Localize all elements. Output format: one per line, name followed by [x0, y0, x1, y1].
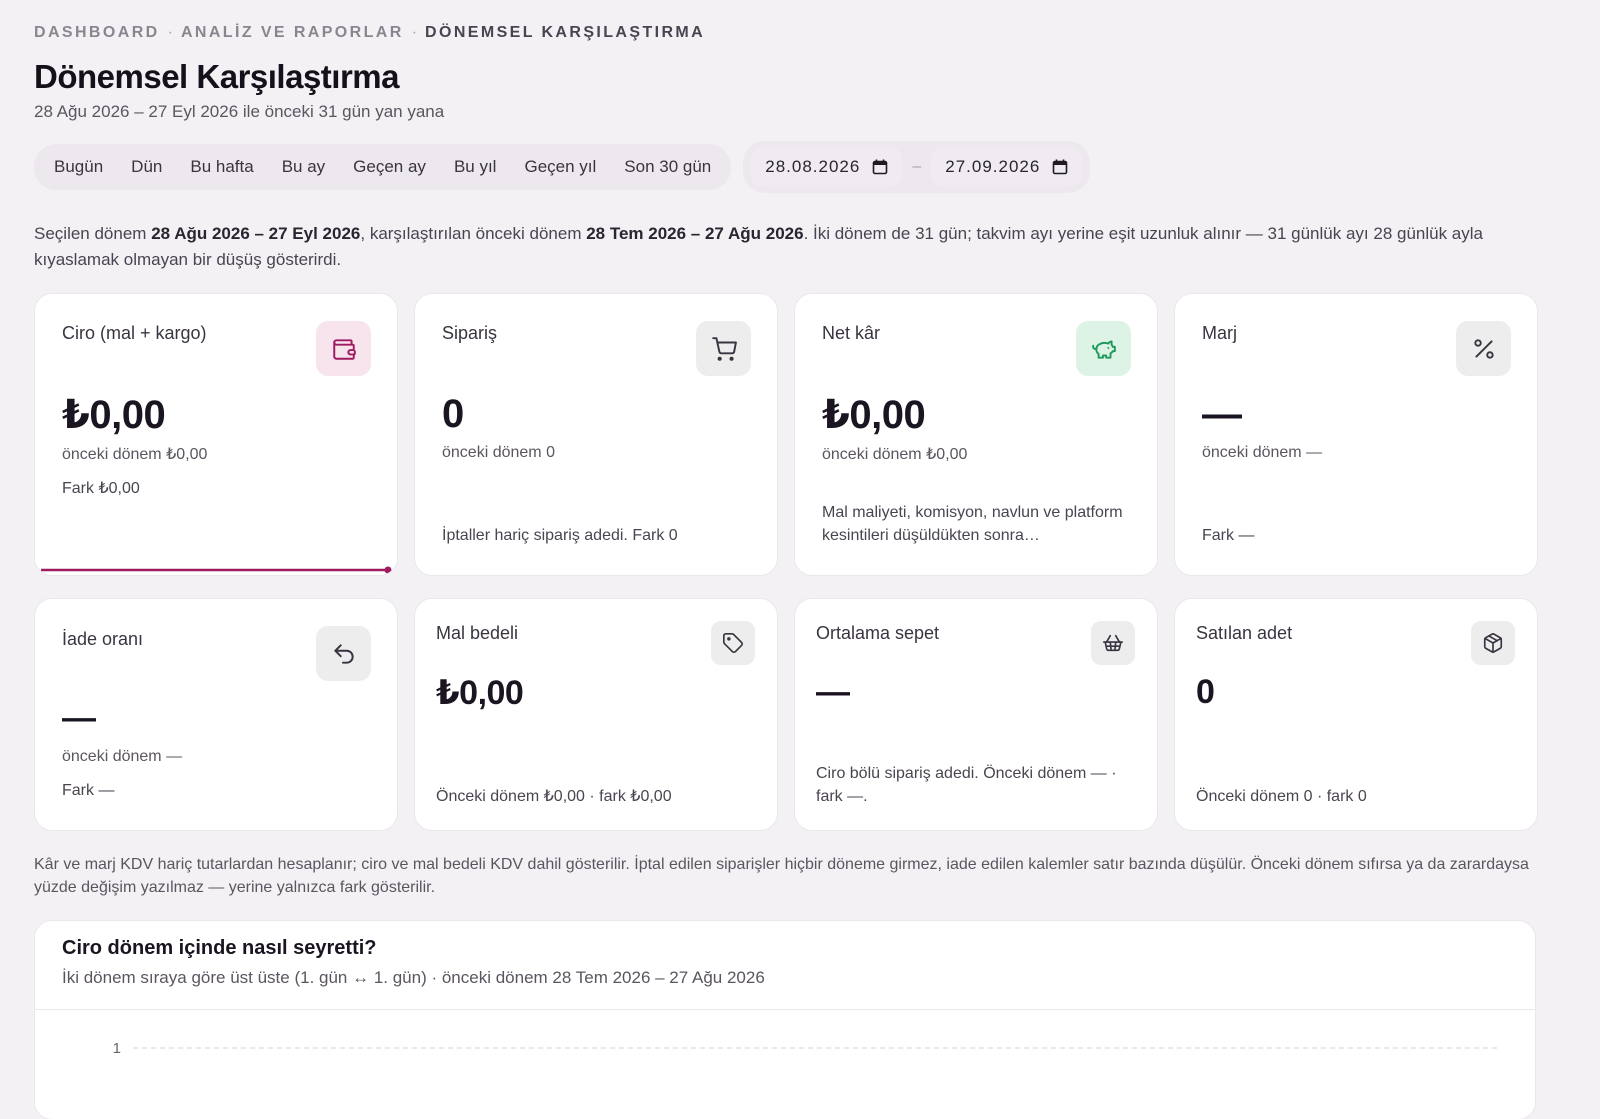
end-date-input[interactable]: 27.09.2026: [931, 147, 1083, 187]
preset-this-month-button[interactable]: Bu ay: [268, 144, 339, 190]
preset-this-year-button[interactable]: Bu yıl: [440, 144, 511, 190]
kpi-label: Mal bedeli: [436, 623, 519, 643]
page-subtitle: 28 Ağu 2026 – 27 Eyl 2026 ile önceki 31 …: [34, 102, 445, 121]
info-text: Seçilen dönem: [34, 224, 152, 243]
kpi-label: Net kâr: [822, 323, 881, 343]
wallet-icon: [332, 338, 356, 360]
kpi-card-return-rate: İade oranı — önceki dönem — Fark —: [34, 598, 398, 831]
kpi-note: Mal maliyeti, komisyon, navlun ve platfo…: [822, 504, 1123, 544]
info-text: , karşılaştırılan önceki dönem: [360, 224, 587, 243]
kpi-difference: Fark ₺0,00: [62, 480, 140, 497]
undo-icon: [333, 643, 354, 664]
kpi-label: İade oranı: [62, 629, 144, 649]
piggy-bank-icon: [1091, 339, 1116, 359]
kpi-difference: Fark —: [62, 782, 115, 799]
kpi-card-net-profit: Net kâr ₺0,00 önceki dönem ₺0,00 Mal mal…: [794, 293, 1158, 576]
page-title: Dönemsel Karşılaştırma: [34, 58, 400, 95]
kpi-previous: önceki dönem —: [1202, 444, 1323, 461]
kpi-card-revenue: Ciro (mal + kargo) ₺0,00 önceki dönem ₺0…: [34, 293, 398, 576]
kpi-icon-box: [1456, 321, 1511, 376]
preset-this-week-button[interactable]: Bu hafta: [176, 144, 267, 190]
preset-last-month-button[interactable]: Geçen ay: [339, 144, 440, 190]
calendar-icon[interactable]: [1052, 159, 1068, 175]
preset-last-30-days-button[interactable]: Son 30 gün: [610, 144, 725, 190]
kpi-icon-box: [711, 621, 755, 665]
date-range-picker: 28.08.2026 – 27.09.2026: [743, 141, 1091, 193]
kpi-value: ₺0,00: [822, 393, 926, 437]
kpi-label: Marj: [1202, 323, 1237, 343]
kpi-value: —: [1202, 392, 1242, 436]
kpi-row: Ciro (mal + kargo) ₺0,00 önceki dönem ₺0…: [34, 293, 1566, 576]
kpi-label: Satılan adet: [1196, 623, 1293, 643]
revenue-line-chart: 1: [113, 1040, 1497, 1057]
kpi-label: Ciro (mal + kargo): [62, 323, 207, 343]
breadcrumb: DASHBOARD · ANALİZ VE RAPORLAR · DÖNEMSE…: [34, 22, 1566, 44]
end-date-value: 27.09.2026: [945, 157, 1041, 176]
tag-icon: [723, 633, 743, 653]
kpi-icon-box: [1091, 621, 1135, 665]
kpi-value: ₺0,00: [436, 674, 524, 712]
kpi-value: 0: [442, 392, 464, 436]
kpi-icon-box: [316, 626, 371, 681]
breadcrumb-separator: ·: [411, 24, 418, 41]
kpi-row: İade oranı — önceki dönem — Fark — Mal b…: [34, 598, 1566, 831]
preset-group: Bugün Dün Bu hafta Bu ay Geçen ay Bu yıl…: [34, 144, 732, 190]
kpi-note: Önceki dönem ₺0,00 · fark ₺0,00: [436, 788, 672, 805]
preset-yesterday-button[interactable]: Dün: [117, 144, 176, 190]
kpi-value: —: [816, 673, 850, 711]
percent-icon: [1473, 338, 1494, 359]
kpi-card-average-basket: Ortalama sepet — Ciro bölü sipariş adedi…: [794, 598, 1158, 831]
toolbar: Bugün Dün Bu hafta Bu ay Geçen ay Bu yıl…: [34, 141, 1566, 193]
preset-last-year-button[interactable]: Geçen yıl: [510, 144, 610, 190]
page: DASHBOARD · ANALİZ VE RAPORLAR · DÖNEMSE…: [34, 22, 1566, 1119]
kpi-note: Fark —: [1202, 527, 1255, 544]
kpi-previous: önceki dönem ₺0,00: [822, 446, 968, 463]
kpi-card-cost-of-goods: Mal bedeli ₺0,00 Önceki dönem ₺0,00 · fa…: [414, 598, 778, 831]
kpi-label: Ortalama sepet: [816, 623, 940, 643]
kpi-icon-box: [1471, 621, 1515, 665]
kpi-note: Ciro bölü sipariş adedi. Önceki dönem — …: [816, 765, 1117, 805]
kpi-icon-box: [316, 321, 371, 376]
breadcrumb-analysis[interactable]: ANALİZ VE RAPORLAR: [181, 24, 404, 42]
kpi-note: Önceki dönem 0 · fark 0: [1196, 788, 1367, 805]
kpi-value: ₺0,00: [62, 393, 166, 437]
kpi-value: —: [62, 699, 96, 737]
date-range-separator: –: [912, 158, 922, 175]
kpi-label: Sipariş: [442, 323, 498, 343]
chart-title: Ciro dönem içinde nasıl seyretti?: [62, 937, 377, 959]
kpi-note: İptaller hariç sipariş adedi. Fark 0: [442, 527, 678, 544]
chart-subtitle: İki dönem sıraya göre üst üste (1. gün ↔…: [62, 968, 765, 987]
cart-icon: [711, 336, 737, 361]
kpi-value: 0: [1196, 673, 1215, 711]
previous-period: 28 Tem 2026 – 27 Ağu 2026: [586, 224, 804, 243]
y-tick-label: 1: [113, 1040, 121, 1057]
start-date-input[interactable]: 28.08.2026: [751, 147, 903, 187]
box-icon: [1483, 633, 1503, 653]
start-date-value: 28.08.2026: [765, 157, 861, 176]
preset-today-button[interactable]: Bugün: [40, 144, 117, 190]
kpi-card-units-sold: Satılan adet 0 Önceki dönem 0 · fark 0: [1174, 598, 1538, 831]
kpi-icon-box: [696, 321, 751, 376]
selected-period: 28 Ağu 2026 – 27 Eyl 2026: [151, 224, 361, 243]
kpi-icon-box: [1076, 321, 1131, 376]
calculation-footnote: Kâr ve marj KDV hariç tutarlardan hesapl…: [34, 856, 1529, 896]
period-info-text: Seçilen dönem 28 Ağu 2026 – 27 Eyl 2026,…: [34, 221, 1564, 273]
calendar-icon[interactable]: [872, 159, 888, 175]
kpi-previous: önceki dönem ₺0,00: [62, 446, 208, 463]
breadcrumb-current: DÖNEMSEL KARŞILAŞTIRMA: [425, 24, 706, 41]
breadcrumb-separator: ·: [167, 24, 173, 41]
kpi-previous: önceki dönem 0: [442, 444, 555, 461]
breadcrumb-dashboard[interactable]: DASHBOARD: [34, 24, 160, 42]
kpi-card-orders: Sipariş 0 önceki dönem 0 İptaller hariç …: [414, 293, 778, 576]
basket-icon: [1103, 634, 1123, 652]
revenue-trend-chart-card: Ciro dönem içinde nasıl seyretti? İki dö…: [34, 920, 1536, 1119]
kpi-previous: önceki dönem —: [62, 748, 183, 765]
kpi-card-margin: Marj — önceki dönem — Fark —: [1174, 293, 1538, 576]
revenue-sparkline: [41, 566, 392, 574]
